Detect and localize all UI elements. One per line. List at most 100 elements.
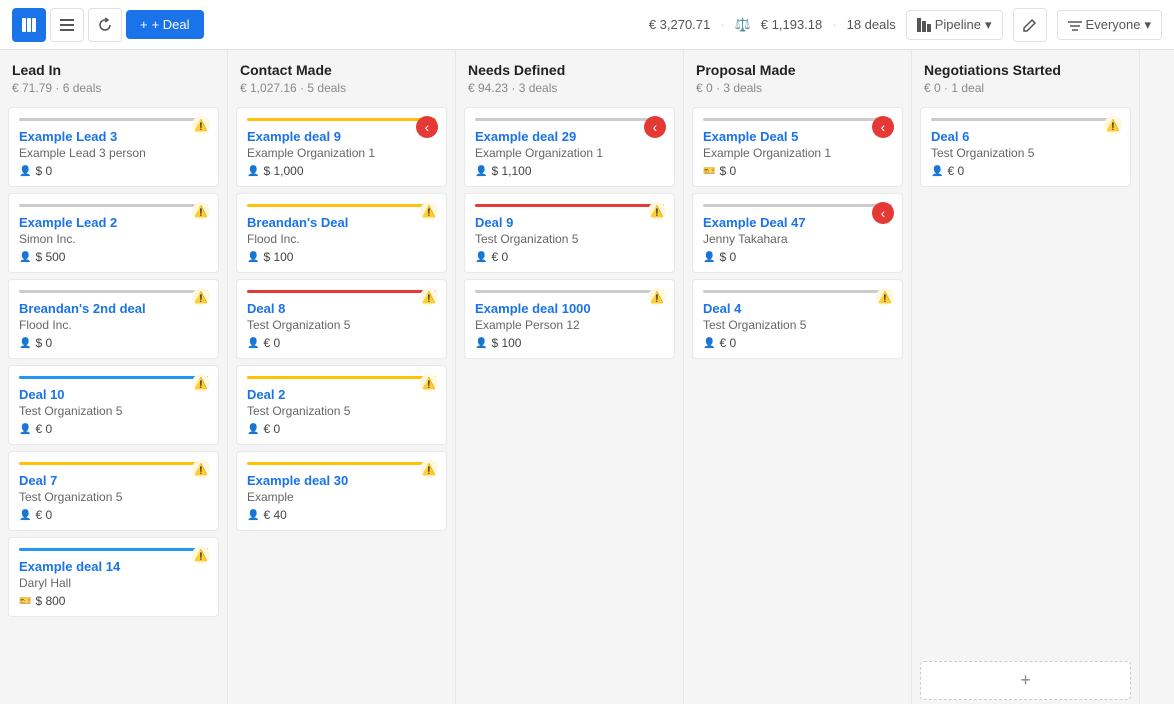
column-contact-made: Contact Made€ 1,027.16 · 5 dealsExample …: [228, 50, 456, 704]
card-amount-example-deal-14: 🎫$ 800: [19, 594, 208, 608]
card-example-lead-2[interactable]: Example Lead 2Simon Inc.👤$ 500⚠️: [8, 193, 219, 273]
column-title-negotiations-started: Negotiations Started: [924, 62, 1127, 78]
card-title-example-deal-47: Example Deal 47: [703, 215, 892, 230]
card-example-lead-3[interactable]: Example Lead 3Example Lead 3 person👤$ 0⚠…: [8, 107, 219, 187]
edit-btn[interactable]: [1013, 8, 1047, 42]
person-icon: 👤: [703, 252, 715, 263]
card-deal-9[interactable]: Deal 9Test Organization 5👤€ 0⚠️: [464, 193, 675, 273]
column-body-lead-in: Example Lead 3Example Lead 3 person👤$ 0⚠…: [0, 103, 227, 704]
card-action-btn-example-deal-9[interactable]: ‹: [416, 116, 438, 138]
card-title-deal-8: Deal 8: [247, 301, 436, 316]
card-org-example-deal-29: Example Organization 1: [475, 146, 664, 160]
card-amount-text-example-lead-3: $ 0: [35, 164, 52, 178]
toolbar-right: € 3,270.71 · ⚖️ € 1,193.18 · 18 deals Pi…: [649, 8, 1162, 42]
card-amount-text-example-lead-2: $ 500: [35, 250, 65, 264]
person-icon: 👤: [475, 166, 487, 177]
card-title-breandens-2nd: Breandan's 2nd deal: [19, 301, 208, 316]
column-meta-proposal-made: € 0 · 3 deals: [696, 81, 899, 95]
add-deal-button[interactable]: + + Deal: [126, 10, 204, 39]
card-bar-deal-6: [931, 118, 1120, 121]
card-example-deal-9[interactable]: Example deal 9Example Organization 1👤$ 1…: [236, 107, 447, 187]
person-icon: 👤: [19, 252, 31, 263]
card-warning-icon-breandens-deal: ⚠️: [420, 202, 438, 220]
card-action-btn-example-deal-5[interactable]: ‹: [872, 116, 894, 138]
card-example-deal-5[interactable]: Example Deal 5Example Organization 1🎫$ 0…: [692, 107, 903, 187]
card-amount-example-deal-1000: 👤$ 100: [475, 336, 664, 350]
person-icon: 👤: [475, 252, 487, 263]
card-org-breandens-deal: Flood Inc.: [247, 232, 436, 246]
card-example-deal-30[interactable]: Example deal 30Example👤€ 40⚠️: [236, 451, 447, 531]
card-action-btn-example-deal-47[interactable]: ‹: [872, 202, 894, 224]
card-bar-breandens-deal: [247, 204, 436, 207]
card-bar-deal-2: [247, 376, 436, 379]
column-header-contact-made: Contact Made€ 1,027.16 · 5 deals: [228, 50, 455, 103]
card-bar-example-lead-3: [19, 118, 208, 121]
pipeline-chevron-icon: ▾: [985, 17, 992, 33]
column-meta-contact-made: € 1,027.16 · 5 deals: [240, 81, 443, 95]
card-deal-2[interactable]: Deal 2Test Organization 5👤€ 0⚠️: [236, 365, 447, 445]
card-title-example-deal-14: Example deal 14: [19, 559, 208, 574]
card-warning-icon-deal-10: ⚠️: [192, 374, 210, 392]
card-amount-text-deal-8: € 0: [263, 336, 280, 350]
card-deal-6[interactable]: Deal 6Test Organization 5👤€ 0⚠️: [920, 107, 1131, 187]
person-icon: 👤: [703, 338, 715, 349]
card-title-deal-7: Deal 7: [19, 473, 208, 488]
kanban-view-btn[interactable]: [12, 8, 46, 42]
card-title-deal-10: Deal 10: [19, 387, 208, 402]
list-view-btn[interactable]: [50, 8, 84, 42]
card-example-deal-47[interactable]: Example Deal 47Jenny Takahara👤$ 0‹: [692, 193, 903, 273]
everyone-button[interactable]: Everyone ▾: [1057, 10, 1162, 40]
card-breandens-2nd[interactable]: Breandan's 2nd dealFlood Inc.👤$ 0⚠️: [8, 279, 219, 359]
person-icon: 👤: [19, 510, 31, 521]
card-deal-4[interactable]: Deal 4Test Organization 5👤€ 0⚠️: [692, 279, 903, 359]
card-bar-example-deal-14: [19, 548, 208, 551]
card-amount-text-example-deal-5: $ 0: [719, 164, 736, 178]
refresh-btn[interactable]: [88, 8, 122, 42]
card-bar-example-deal-29: [475, 118, 664, 121]
card-deal-10[interactable]: Deal 10Test Organization 5👤€ 0⚠️: [8, 365, 219, 445]
everyone-label: Everyone: [1086, 17, 1141, 32]
card-deal-8[interactable]: Deal 8Test Organization 5👤€ 0⚠️: [236, 279, 447, 359]
everyone-chevron-icon: ▾: [1144, 17, 1151, 33]
column-body-proposal-made: Example Deal 5Example Organization 1🎫$ 0…: [684, 103, 911, 704]
card-warning-icon-deal-7: ⚠️: [192, 460, 210, 478]
card-title-example-deal-5: Example Deal 5: [703, 129, 892, 144]
column-title-lead-in: Lead In: [12, 62, 215, 78]
card-example-deal-1000[interactable]: Example deal 1000Example Person 12👤$ 100…: [464, 279, 675, 359]
card-org-breandens-2nd: Flood Inc.: [19, 318, 208, 332]
card-bar-deal-4: [703, 290, 892, 293]
card-deal-7[interactable]: Deal 7Test Organization 5👤€ 0⚠️: [8, 451, 219, 531]
card-amount-deal-4: 👤€ 0: [703, 336, 892, 350]
person-icon: 👤: [247, 424, 259, 435]
sep1: ·: [720, 17, 724, 32]
column-meta-lead-in: € 71.79 · 6 deals: [12, 81, 215, 95]
card-action-btn-example-deal-29[interactable]: ‹: [644, 116, 666, 138]
pipeline-button[interactable]: Pipeline ▾: [906, 10, 1003, 40]
card-example-deal-29[interactable]: Example deal 29Example Organization 1👤$ …: [464, 107, 675, 187]
card-amount-example-deal-9: 👤$ 1,000: [247, 164, 436, 178]
card-amount-text-deal-7: € 0: [35, 508, 52, 522]
weighted-value: € 1,193.18: [761, 17, 822, 32]
money-icon: 🎫: [19, 596, 31, 607]
column-title-proposal-made: Proposal Made: [696, 62, 899, 78]
person-icon: 👤: [475, 338, 487, 349]
card-org-example-lead-3: Example Lead 3 person: [19, 146, 208, 160]
card-breandens-deal[interactable]: Breandan's DealFlood Inc.👤$ 100⚠️: [236, 193, 447, 273]
card-amount-text-breandens-2nd: $ 0: [35, 336, 52, 350]
card-bar-example-deal-47: [703, 204, 892, 207]
card-bar-breandens-2nd: [19, 290, 208, 293]
card-example-deal-14[interactable]: Example deal 14Daryl Hall🎫$ 800⚠️: [8, 537, 219, 617]
card-warning-icon-breandens-2nd: ⚠️: [192, 288, 210, 306]
add-card-button-negotiations-started[interactable]: +: [920, 661, 1131, 700]
card-org-example-deal-9: Example Organization 1: [247, 146, 436, 160]
column-proposal-made: Proposal Made € 0 · 3 deals Example Deal 5…: [684, 50, 912, 704]
card-org-deal-8: Test Organization 5: [247, 318, 436, 332]
column-negotiations-started: Negotiations Started€ 0 · 1 dealDeal 6Te…: [912, 50, 1140, 704]
card-warning-icon-deal-8: ⚠️: [420, 288, 438, 306]
card-org-deal-10: Test Organization 5: [19, 404, 208, 418]
card-org-example-deal-30: Example: [247, 490, 436, 504]
card-amount-example-deal-30: 👤€ 40: [247, 508, 436, 522]
card-title-breandens-deal: Breandan's Deal: [247, 215, 436, 230]
card-amount-text-example-deal-9: $ 1,000: [263, 164, 303, 178]
card-bar-deal-9: [475, 204, 664, 207]
